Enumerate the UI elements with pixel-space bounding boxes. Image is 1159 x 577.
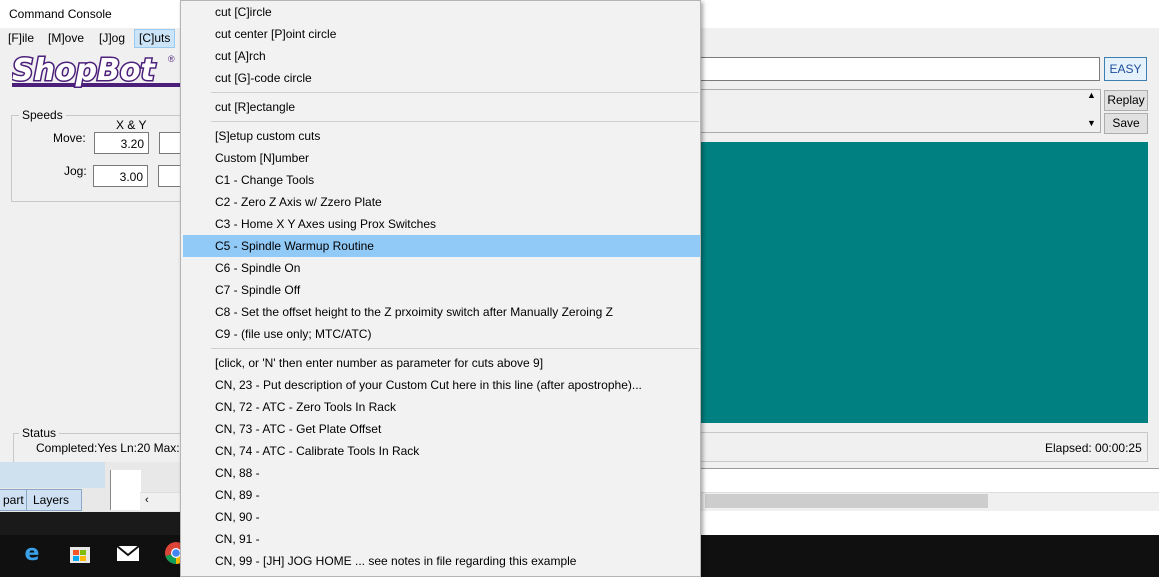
move-label: Move: — [53, 131, 86, 145]
replay-button[interactable]: Replay — [1104, 90, 1148, 111]
menu-item-cut-arch[interactable]: cut [A]rch — [215, 45, 266, 67]
menu-cuts[interactable]: [C]uts — [134, 29, 176, 48]
menu-item-c7[interactable]: C7 - Spindle Off — [215, 279, 300, 301]
shopbot-logo: ShopBot ® — [11, 52, 180, 92]
cuts-dropdown-menu: cut [C]ircle cut center [P]oint circle c… — [180, 0, 701, 577]
menu-item-c5[interactable]: C5 - Spindle Warmup Routine — [215, 235, 374, 257]
menu-separator — [211, 92, 699, 93]
save-button[interactable]: Save — [1104, 113, 1148, 134]
svg-text:®: ® — [168, 54, 175, 64]
menu-item-cut-rectangle[interactable]: cut [R]ectangle — [215, 96, 295, 118]
window-title: Command Console — [9, 7, 112, 21]
edge-icon[interactable]: e — [18, 540, 46, 568]
dark-band — [0, 512, 180, 535]
menu-item-c3[interactable]: C3 - Home X Y Axes using Prox Switches — [215, 213, 436, 235]
menu-item-cn-99[interactable]: CN, 99 - [JH] JOG HOME ... see notes in … — [215, 550, 576, 572]
menu-item-cn-72[interactable]: CN, 72 - ATC - Zero Tools In Rack — [215, 396, 396, 418]
menu-file[interactable]: [F]ile — [8, 31, 34, 45]
menu-jog[interactable]: [J]og — [99, 31, 125, 45]
status-text: Completed:Yes Ln:20 Max: 1 — [36, 441, 190, 455]
menu-separator — [211, 348, 699, 349]
menu-item-cn-hint[interactable]: [click, or 'N' then enter number as para… — [215, 352, 543, 374]
menu-item-cut-circle[interactable]: cut [C]ircle — [215, 1, 272, 23]
menu-item-cn-74[interactable]: CN, 74 - ATC - Calibrate Tools In Rack — [215, 440, 419, 462]
menu-item-setup-custom-cuts[interactable]: [S]etup custom cuts — [215, 125, 320, 147]
store-icon[interactable] — [66, 540, 94, 568]
menu-item-cut-center-point-circle[interactable]: cut center [P]oint circle — [215, 23, 336, 45]
log-scrollbar[interactable]: ▲ ▼ — [1085, 90, 1100, 132]
move-speed-field[interactable]: 3.20 — [94, 132, 149, 154]
scroll-down-icon[interactable]: ▼ — [1087, 118, 1096, 128]
menu-separator — [211, 121, 699, 122]
menu-item-c9[interactable]: C9 - (file use only; MTC/ATC) — [215, 323, 371, 345]
mail-icon[interactable] — [114, 540, 142, 568]
scroll-left-icon[interactable]: ‹ — [145, 494, 149, 506]
logo-text: ShopBot — [12, 53, 157, 88]
menu-item-c1[interactable]: C1 - Change Tools — [215, 169, 314, 191]
menu-item-cn-88[interactable]: CN, 88 - — [215, 462, 260, 484]
menu-item-cn-90[interactable]: CN, 90 - — [215, 506, 260, 528]
menu-item-c6[interactable]: C6 - Spindle On — [215, 257, 300, 279]
menu-item-cn-89[interactable]: CN, 89 - — [215, 484, 260, 506]
status-legend: Status — [19, 426, 60, 440]
panel-header-strip — [0, 462, 105, 488]
display-panel — [700, 142, 1148, 423]
scroll-thumb[interactable] — [705, 494, 988, 508]
tab-layers[interactable]: Layers — [26, 489, 82, 511]
menu-item-cn-23[interactable]: CN, 23 - Put description of your Custom … — [215, 374, 642, 396]
jog-speed-field[interactable]: 3.00 — [93, 165, 148, 187]
menu-item-custom-number[interactable]: Custom [N]umber — [215, 147, 309, 169]
command-input[interactable] — [700, 57, 1100, 81]
menu-item-cn-91[interactable]: CN, 91 - — [215, 528, 260, 550]
scroll-up-icon[interactable]: ▲ — [1087, 90, 1096, 100]
move-speed-z-field[interactable] — [159, 132, 181, 154]
elapsed-time: Elapsed: 00:00:25 — [1045, 441, 1142, 455]
easy-button[interactable]: EASY — [1104, 57, 1147, 81]
jog-label: Jog: — [64, 164, 87, 178]
speeds-legend: Speeds — [19, 108, 66, 122]
menu-item-c2[interactable]: C2 - Zero Z Axis w/ Zzero Plate — [215, 191, 382, 213]
menu-item-c8[interactable]: C8 - Set the offset height to the Z prxo… — [215, 301, 613, 323]
menu-item-cn-73[interactable]: CN, 73 - ATC - Get Plate Offset — [215, 418, 381, 440]
command-log — [700, 89, 1101, 133]
xy-column-header: X & Y — [116, 118, 147, 132]
menu-item-cut-gcode-circle[interactable]: cut [G]-code circle — [215, 67, 312, 89]
speeds-group — [11, 115, 185, 202]
ruler — [110, 470, 141, 510]
menu-move[interactable]: [M]ove — [48, 31, 84, 45]
jog-speed-z-field[interactable] — [158, 165, 181, 187]
